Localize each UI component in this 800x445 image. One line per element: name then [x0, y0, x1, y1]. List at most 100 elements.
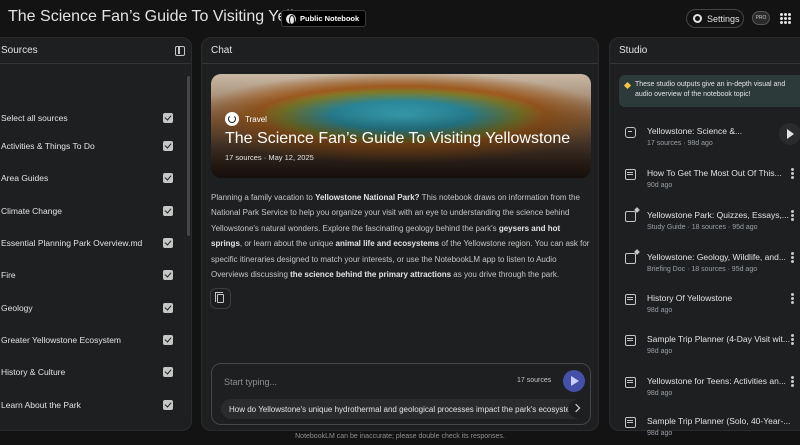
source-label: Climate Change — [1, 206, 62, 216]
note-icon — [625, 377, 636, 388]
source-label: Essential Planning Park Overview.md — [1, 238, 143, 248]
source-item[interactable]: Geology — [1, 298, 173, 318]
disclaimer-text: NotebookLM can be inaccurate; please dou… — [295, 433, 505, 440]
copy-button[interactable] — [210, 288, 231, 309]
studio-item-meta: 98d ago — [647, 307, 673, 314]
more-options-icon[interactable] — [791, 252, 794, 255]
source-label: Geology — [1, 303, 33, 313]
summary-text: Planning a family vacation to — [211, 193, 316, 202]
select-all-checkbox[interactable] — [163, 113, 173, 123]
studio-item-title: Yellowstone for Teens: Activities an... — [647, 376, 786, 386]
chat-header: Chat — [202, 38, 598, 64]
hero-content: Travel The Science Fan’s Guide To Visiti… — [225, 112, 570, 162]
source-label: History & Culture — [1, 367, 66, 377]
studio-title: Studio — [619, 45, 648, 56]
note-icon — [625, 169, 636, 180]
source-checkbox[interactable] — [163, 238, 173, 248]
notebook-summary: Planning a family vacation to Yellowston… — [211, 190, 591, 282]
studio-item[interactable]: Sample Trip Planner (4-Day Visit wit... … — [619, 331, 800, 369]
source-label: Fire — [1, 270, 16, 280]
source-item[interactable]: Learn About the Park — [1, 395, 173, 415]
source-item[interactable]: Essential Planning Park Overview.md — [1, 233, 173, 253]
collapse-panel-icon[interactable] — [175, 46, 185, 56]
source-item[interactable]: Activities & Things To Do — [1, 136, 173, 156]
sources-panel: Sources Select all sources Activities & … — [0, 37, 192, 431]
gear-icon — [693, 14, 702, 23]
source-checkbox[interactable] — [163, 303, 173, 313]
studio-item-meta: 98d ago — [647, 348, 673, 355]
studio-item[interactable]: Yellowstone Park: Quizzes, Essays,... St… — [619, 207, 800, 245]
summary-highlight: animal life and ecosystems — [335, 239, 440, 249]
studio-item-meta: Study Guide · 18 sources · 95d ago — [647, 224, 758, 231]
studio-info-banner: These studio outputs give an in-depth vi… — [619, 75, 800, 107]
source-item[interactable]: Area Guides — [1, 168, 173, 188]
summary-text: , or learn about the unique — [239, 239, 336, 249]
chat-input[interactable] — [224, 374, 494, 390]
source-checkbox[interactable] — [163, 367, 173, 377]
studio-item-meta: 98d ago — [647, 390, 673, 397]
studio-item[interactable]: Yellowstone: Science &... 17 sources · 9… — [619, 123, 800, 161]
chevron-right-icon[interactable] — [568, 400, 586, 418]
chat-composer: 17 sources How do Yellowstone's unique h… — [211, 363, 591, 425]
studio-panel: Studio These studio outputs give an in-d… — [609, 37, 800, 437]
pro-badge: PRO — [752, 11, 770, 25]
studio-header: Studio — [610, 38, 800, 64]
source-label: Area Guides — [1, 173, 49, 183]
public-notebook-chip[interactable]: Public Notebook — [281, 10, 367, 27]
studio-item-meta: Briefing Doc · 18 sources · 95d ago — [647, 266, 758, 273]
source-checkbox[interactable] — [163, 141, 173, 151]
sources-title: Sources — [1, 45, 38, 56]
more-options-icon[interactable] — [791, 168, 794, 171]
studio-item-title: Sample Trip Planner (4-Day Visit wit... — [647, 334, 790, 344]
briefing-doc-icon — [625, 253, 636, 264]
chat-panel: Chat Travel The Science Fan’s Guide To V… — [201, 37, 599, 431]
summary-highlight: the science behind the primary attractio… — [290, 270, 452, 280]
copy-icon — [215, 292, 224, 303]
studio-item-title: Sample Trip Planner (Solo, 40-Year-... — [647, 416, 791, 426]
settings-button[interactable]: Settings — [686, 9, 744, 28]
more-options-icon[interactable] — [791, 334, 794, 337]
source-checkbox[interactable] — [163, 173, 173, 183]
source-checkbox[interactable] — [163, 335, 173, 345]
source-checkbox[interactable] — [163, 206, 173, 216]
source-item[interactable]: Fire — [1, 265, 173, 285]
studio-item[interactable]: Yellowstone: Geology, Wildlife, and... B… — [619, 249, 800, 287]
note-icon — [625, 417, 636, 428]
studio-item-title: Yellowstone: Geology, Wildlife, and... — [647, 252, 786, 262]
source-label: Activities & Things To Do — [1, 141, 95, 151]
summary-highlight: Yellowstone National Park? — [315, 193, 420, 202]
globe-icon — [286, 13, 296, 25]
studio-item[interactable]: How To Get The Most Out Of This... 90d a… — [619, 165, 800, 203]
studio-item-meta: 90d ago — [647, 182, 673, 189]
summary-text: as you drive through the park. — [451, 270, 560, 280]
source-item[interactable]: Greater Yellowstone Ecosystem — [1, 330, 173, 350]
audio-overview-icon — [625, 127, 636, 138]
hero-tag: Travel — [225, 112, 570, 126]
sources-scrollbar[interactable] — [187, 76, 190, 236]
notebook-hero-banner: Travel The Science Fan’s Guide To Visiti… — [211, 74, 591, 178]
more-options-icon[interactable] — [791, 376, 794, 379]
studio-item-title: History Of Yellowstone — [647, 293, 733, 303]
studio-item-title: Yellowstone: Science &... — [647, 126, 743, 136]
source-label: Greater Yellowstone Ecosystem — [1, 335, 122, 345]
suggested-question[interactable]: How do Yellowstone's unique hydrothermal… — [221, 399, 583, 419]
select-all-label: Select all sources — [1, 113, 68, 123]
send-button[interactable] — [563, 370, 585, 392]
apps-grid-icon[interactable] — [780, 13, 791, 24]
studio-item[interactable]: History Of Yellowstone 98d ago — [619, 290, 800, 328]
source-checkbox[interactable] — [163, 270, 173, 280]
note-icon — [625, 294, 636, 305]
studio-item[interactable]: Sample Trip Planner (Solo, 40-Year-... 9… — [619, 413, 800, 445]
source-item[interactable]: Climate Change — [1, 201, 173, 221]
hero-meta: 17 sources · May 12, 2025 — [225, 153, 314, 162]
studio-item[interactable]: Yellowstone for Teens: Activities an... … — [619, 373, 800, 411]
more-options-icon[interactable] — [791, 293, 794, 296]
more-options-icon[interactable] — [791, 210, 794, 213]
select-all-sources[interactable]: Select all sources — [1, 108, 173, 128]
play-button[interactable] — [779, 123, 800, 145]
source-item[interactable]: History & Culture — [1, 362, 173, 382]
travel-icon — [225, 112, 239, 126]
source-count: 17 sources — [517, 377, 552, 384]
source-checkbox[interactable] — [163, 400, 173, 410]
note-icon — [625, 335, 636, 346]
